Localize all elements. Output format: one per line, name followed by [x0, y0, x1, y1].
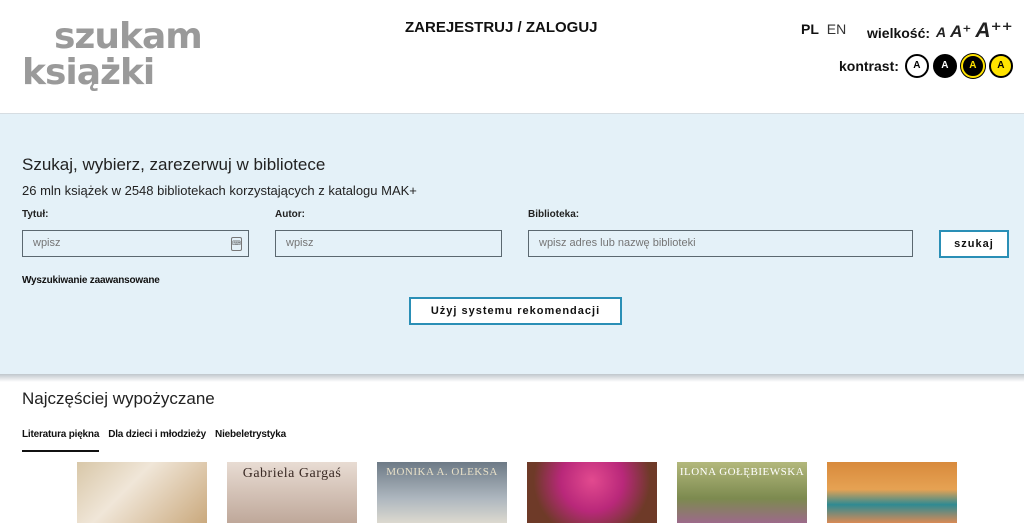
section-divider-shadow — [0, 374, 1024, 382]
book-author: ILONA GOŁĘBIEWSKA — [679, 466, 805, 478]
book-cover[interactable]: MONIKA A. OLEKSA — [377, 462, 507, 523]
language-switcher: PL EN — [801, 21, 846, 37]
book-cover[interactable] — [77, 462, 207, 523]
header: szukam książki ZAREJESTRUJ / ZALOGUJ PL … — [0, 0, 1024, 114]
recommendation-button[interactable]: Użyj systemu rekomendacji — [409, 297, 622, 325]
author-field-label: Autor: — [275, 209, 305, 220]
tab-children[interactable]: Dla dzieci i młodzieży — [108, 429, 206, 450]
library-field-label: Biblioteka: — [528, 209, 580, 220]
search-heading: Szukaj, wybierz, zarezerwuj w bibliotece — [22, 155, 326, 174]
advanced-search-link[interactable]: Wyszukiwanie zaawansowane — [22, 275, 160, 286]
popular-heading: Najczęściej wypożyczane — [22, 389, 215, 408]
category-tabs: Literatura piękna Dla dzieci i młodzieży N… — [22, 424, 295, 452]
contrast-default-button[interactable]: A — [904, 54, 929, 78]
contrast-label: kontrast: — [839, 58, 899, 74]
search-subheading: 26 mln książek w 2548 bibliotekach korzy… — [22, 183, 417, 198]
contrast-black-white-button[interactable]: A — [932, 54, 957, 78]
logo-text-line2: książki — [22, 52, 155, 93]
book-cover[interactable] — [527, 462, 657, 523]
author-input-wrapper — [275, 230, 502, 257]
search-button[interactable]: szukaj — [939, 230, 1009, 258]
contrast-black-yellow-button[interactable]: A — [960, 54, 985, 78]
font-size-normal-button[interactable]: A — [936, 24, 946, 40]
library-input-wrapper — [528, 230, 913, 257]
book-cover[interactable]: Gabriela Gargaś — [227, 462, 357, 523]
book-author: Gabriela Gargaś — [242, 466, 342, 481]
register-login-link[interactable]: ZAREJESTRUJ / ZALOGUJ — [405, 19, 598, 36]
contrast-switcher: kontrast: A A A A — [839, 54, 1013, 78]
library-input[interactable] — [539, 237, 902, 249]
keyboard-icon[interactable]: ⌨ — [231, 237, 242, 251]
site-logo[interactable]: szukam książki — [20, 14, 203, 94]
contrast-yellow-black-button[interactable]: A — [988, 54, 1013, 78]
title-input-wrapper: ⌨ — [22, 230, 249, 257]
book-cover[interactable]: ILONA GOŁĘBIEWSKA — [677, 462, 807, 523]
font-size-label: wielkość: — [867, 24, 931, 41]
lang-en-link[interactable]: EN — [827, 21, 846, 37]
font-size-large-button[interactable]: A⁺ — [950, 22, 971, 41]
book-author: MONIKA A. OLEKSA — [386, 466, 498, 478]
tab-nonfiction[interactable]: Niebeletrystyka — [215, 429, 286, 450]
logo-text-line1: szukam — [54, 16, 203, 57]
author-input[interactable] — [286, 237, 491, 249]
title-field-label: Tytuł: — [22, 209, 49, 220]
font-size-xlarge-button[interactable]: A⁺⁺ — [975, 19, 1012, 42]
book-cover[interactable] — [827, 462, 957, 523]
font-size-switcher: wielkość: A A⁺ A⁺⁺ — [867, 18, 1013, 42]
title-input[interactable] — [33, 237, 238, 249]
lang-pl-link[interactable]: PL — [801, 21, 819, 37]
tab-fiction[interactable]: Literatura piękna — [22, 429, 99, 452]
search-panel: Szukaj, wybierz, zarezerwuj w bibliotece… — [0, 114, 1024, 374]
